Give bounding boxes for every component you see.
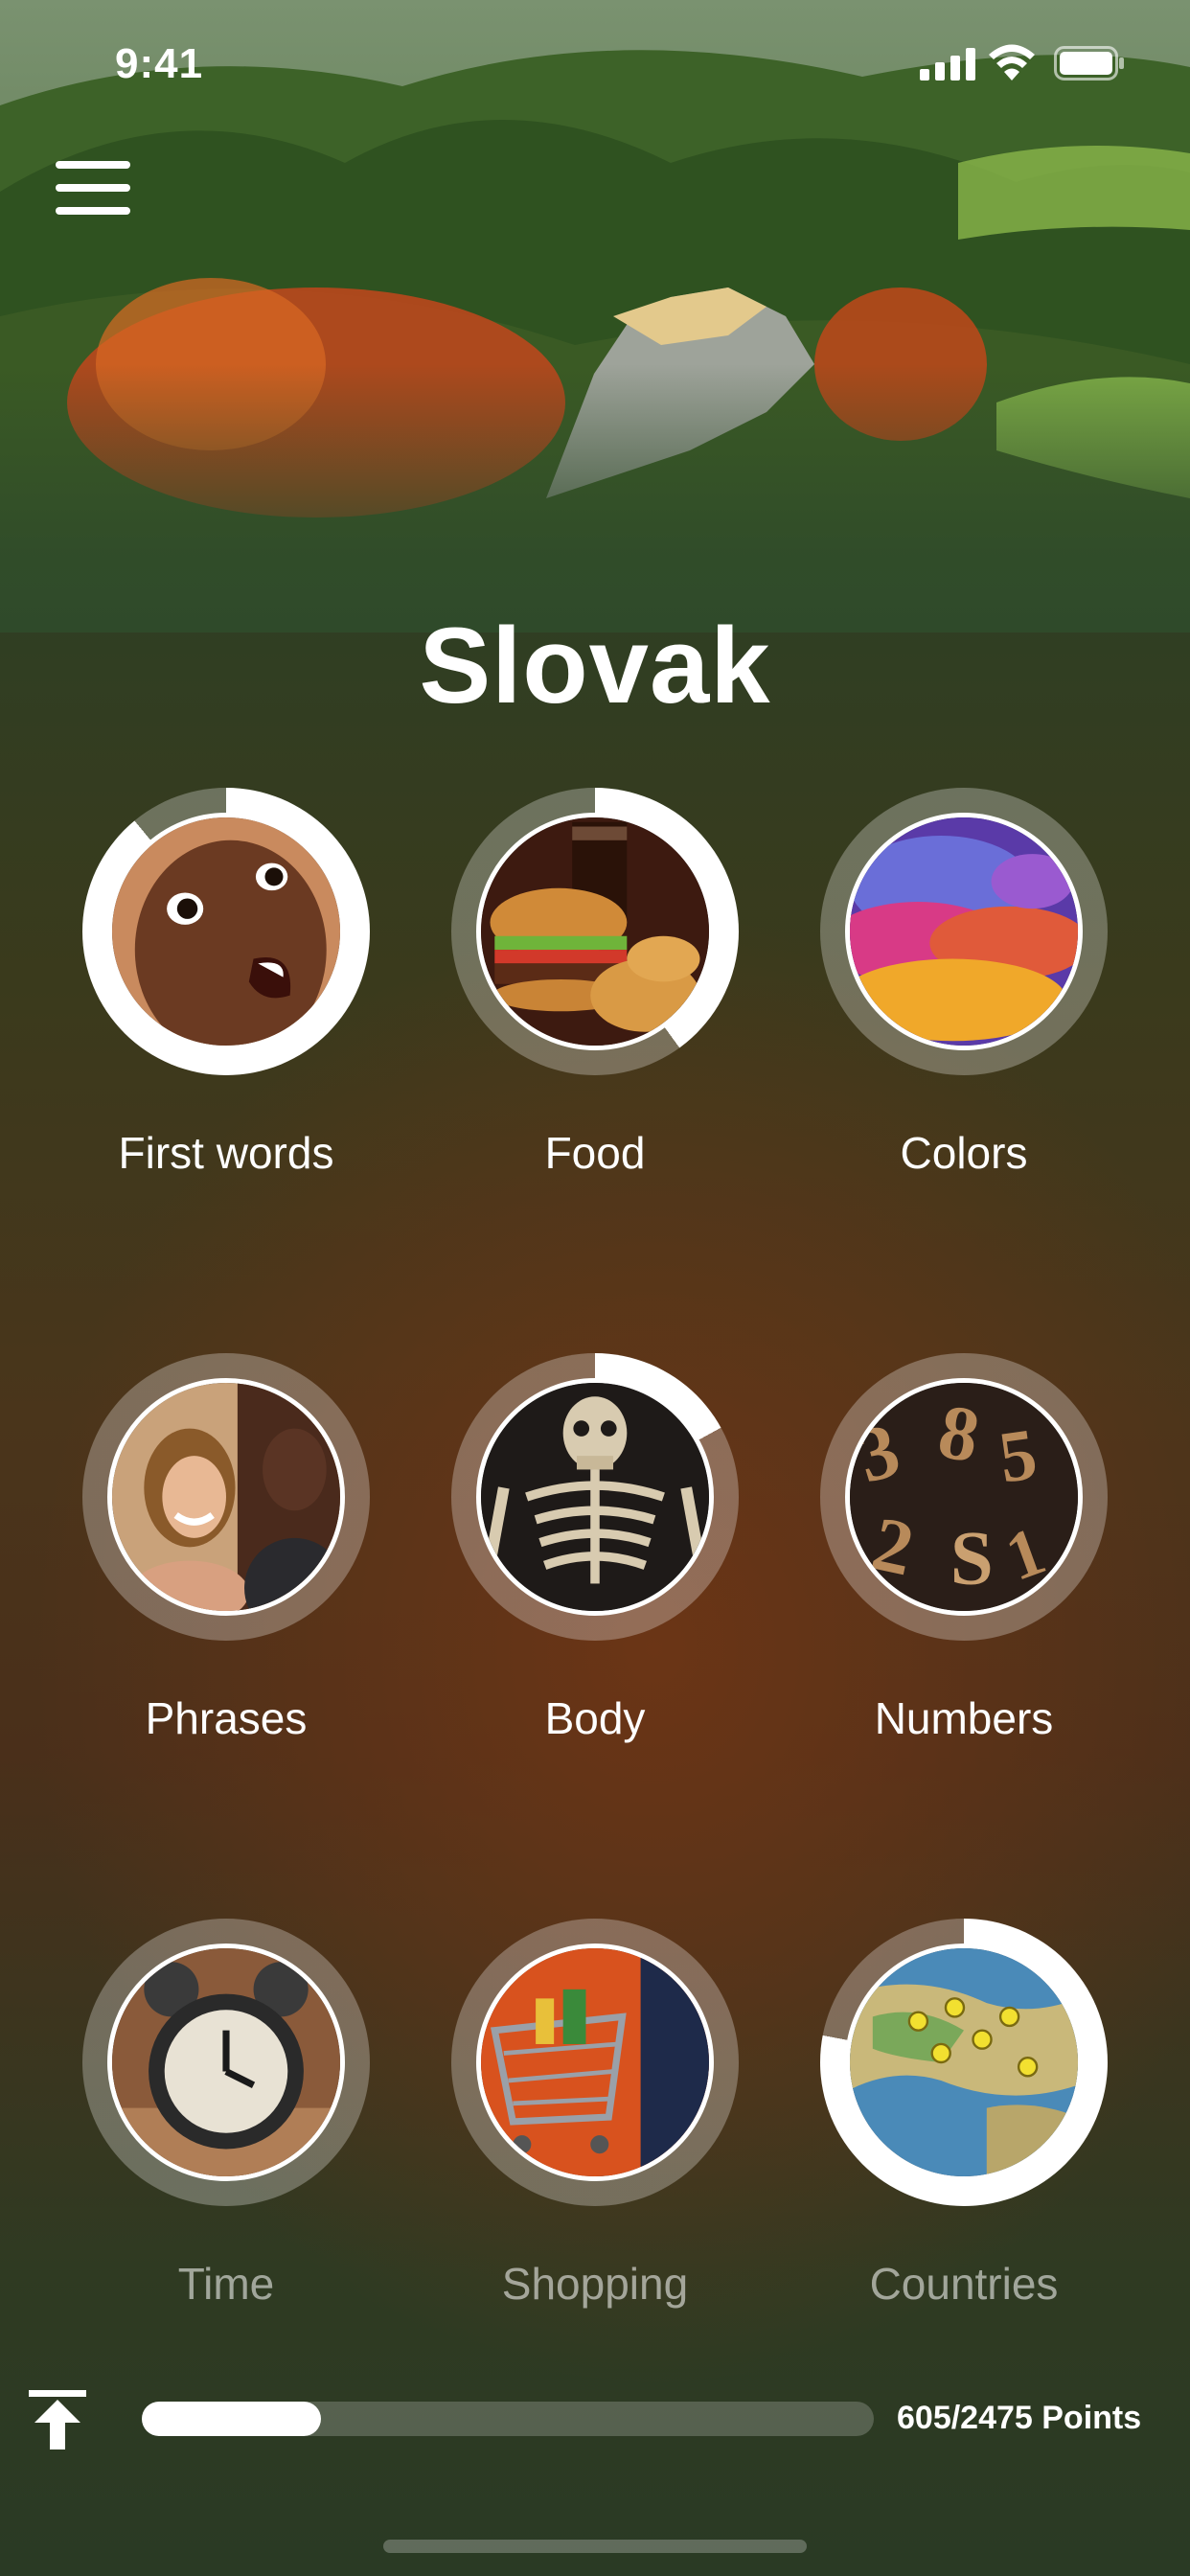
topic-progress-ring [451,1353,739,1641]
topic-food[interactable]: Food [410,788,780,1238]
topic-phrases[interactable]: Phrases [41,1353,411,1804]
topic-label: Body [544,1693,646,1743]
topic-label: Shopping [501,2259,689,2309]
wifi-icon [989,44,1035,80]
topic-label: Numbers [874,1693,1054,1743]
alarm-clock-image [107,1944,345,2181]
baby-face-image [107,813,345,1050]
home-indicator[interactable] [383,2540,807,2553]
topic-progress-ring [820,1919,1108,2206]
battery-icon [1054,46,1124,80]
signal-icon [920,48,975,80]
topic-countries[interactable]: Countries [779,1919,1149,2369]
status-time: 9:41 [115,40,204,87]
topic-label: Food [544,1128,646,1178]
couple-talking-image [107,1378,345,1616]
skeleton-image [476,1378,714,1616]
topic-shopping[interactable]: Shopping [410,1919,780,2369]
topic-colors[interactable]: Colors [779,788,1149,1238]
topic-time[interactable]: Time [41,1919,411,2369]
topic-progress-ring: 3 8 5 2 S 1 [820,1353,1108,1641]
topic-label: Phrases [145,1693,308,1743]
topic-label: Countries [869,2259,1059,2309]
topic-progress-ring [820,788,1108,1075]
points-counter: 605/2475 Points [897,2400,1142,2436]
burger-and-cola-image [476,813,714,1050]
language-title: Slovak [419,606,771,725]
points-progress-fill [142,2402,321,2436]
shopping-cart-image [476,1944,714,2181]
topic-progress-ring [82,1919,370,2206]
map-with-pins-image [845,1944,1083,2181]
topic-numbers[interactable]: 3 8 5 2 S 1 Numbers [779,1353,1149,1804]
color-powder-image [845,813,1083,1050]
topic-first-words[interactable]: First words [41,788,411,1238]
points-progress-bar [142,2402,874,2436]
topic-label: First words [118,1128,334,1178]
svg-text:S: S [950,1514,994,1600]
wooden-numbers-image: 3 8 5 2 S 1 [845,1378,1083,1616]
topic-label: Colors [900,1128,1028,1178]
upload-icon[interactable] [29,2390,86,2450]
topic-progress-ring [82,1353,370,1641]
topic-progress-ring [82,788,370,1075]
menu-icon[interactable] [56,161,130,217]
topic-body[interactable]: Body [410,1353,780,1804]
topic-progress-ring [451,1919,739,2206]
topic-progress-ring [451,788,739,1075]
topic-label: Time [177,2259,275,2309]
status-bar: 9:41 [0,0,1190,125]
